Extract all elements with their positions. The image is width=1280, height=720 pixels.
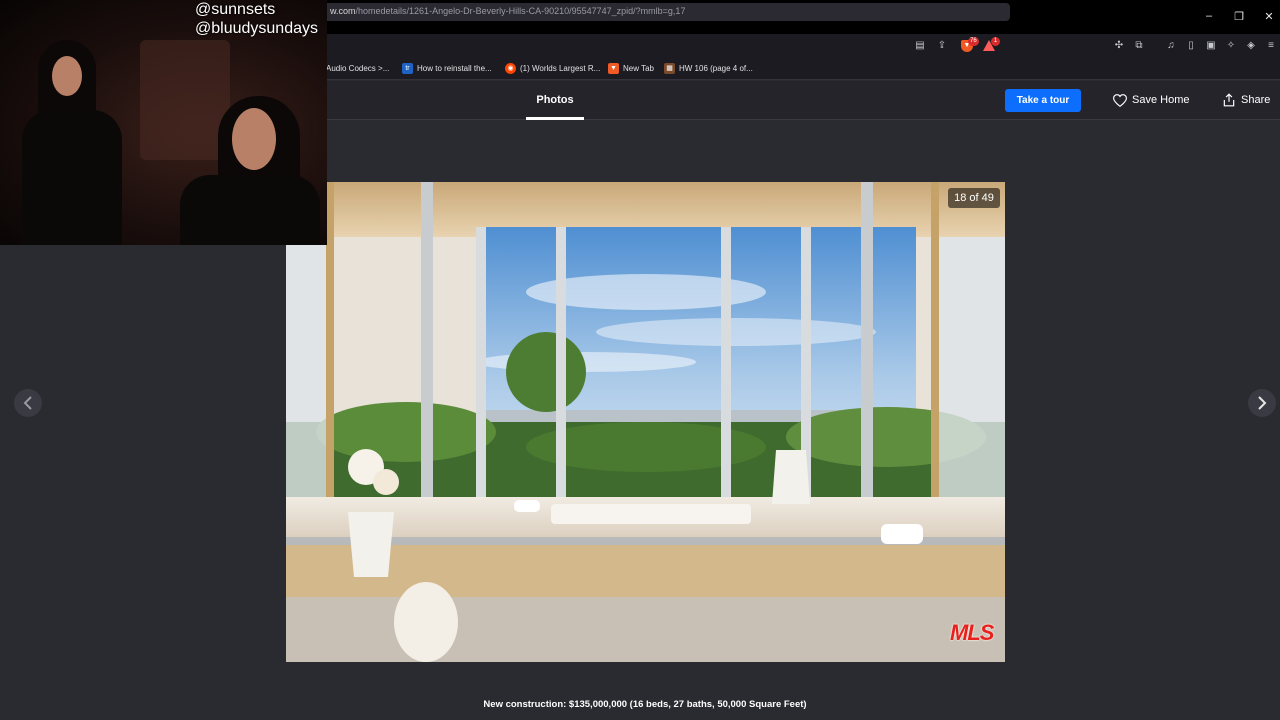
reddit-icon: ◉ <box>505 63 516 74</box>
next-photo-button[interactable] <box>1248 389 1276 417</box>
tab-photos[interactable]: Photos <box>526 81 584 120</box>
streamer-1-body <box>22 110 122 245</box>
heart-icon <box>1112 93 1128 107</box>
share-button[interactable]: Share <box>1222 92 1270 109</box>
tr-icon: tr <box>402 63 413 74</box>
streamer-2-body <box>180 175 320 245</box>
take-tour-button[interactable]: Take a tour <box>1005 89 1081 112</box>
vpn-icon[interactable]: ◈ <box>1245 40 1257 52</box>
reader-mode-icon[interactable]: ▤ <box>914 40 926 52</box>
maximize-button[interactable]: ❐ <box>1232 10 1246 23</box>
bathroom-photo-image <box>286 182 1005 662</box>
url-path: /homedetails/1261-Angelo-Dr-Beverly-Hill… <box>355 6 686 16</box>
save-home-button[interactable]: Save Home <box>1112 92 1190 109</box>
photo-counter: 18 of 49 <box>948 188 1000 208</box>
share-page-icon[interactable]: ⇪ <box>936 40 948 52</box>
rewards-badge: 1 <box>991 37 1000 46</box>
stream-handle-1: @sunnsets <box>195 1 276 18</box>
share-label: Share <box>1241 94 1271 106</box>
url-text[interactable]: w.com/homedetails/1261-Angelo-Dr-Beverly… <box>330 6 685 16</box>
photo-caption: New construction: $135,000,000 (16 beds,… <box>483 699 807 710</box>
bookmark-hw106[interactable]: HW 106 (page 4 of... <box>679 64 753 73</box>
save-home-label: Save Home <box>1132 94 1190 106</box>
share-icon <box>1223 93 1235 107</box>
close-window-button[interactable]: ✕ <box>1262 10 1276 23</box>
bookmark-audio-codecs[interactable]: Audio Codecs >... <box>326 64 389 73</box>
screenshot-icon[interactable]: ⧉ <box>1133 40 1145 52</box>
streamer-2-face <box>232 108 276 170</box>
wallet-icon[interactable]: ▣ <box>1205 40 1217 52</box>
tab-active-indicator <box>526 117 584 120</box>
extensions-icon[interactable]: ✣ <box>1113 40 1125 52</box>
bookmark-reinstall[interactable]: How to reinstall the... <box>417 64 492 73</box>
bookmark-new-tab[interactable]: New Tab <box>623 64 654 73</box>
media-icon[interactable]: ♫ <box>1165 40 1177 52</box>
bookmark-reddit[interactable]: (1) Worlds Largest R... <box>520 64 600 73</box>
sidebar-icon[interactable]: ▯ <box>1185 40 1197 52</box>
brave-icon: ▼ <box>608 63 619 74</box>
shields-count-badge: 76 <box>968 37 979 46</box>
chevron-left-icon <box>23 396 32 410</box>
menu-icon[interactable]: ≡ <box>1265 40 1277 52</box>
minimize-button[interactable]: – <box>1202 10 1216 22</box>
stream-handle-2: @bluudysundays <box>195 20 318 37</box>
chevron-right-icon <box>1258 396 1267 410</box>
webcam-background-light <box>140 40 230 160</box>
mls-logo: MLS <box>950 620 994 645</box>
url-host: w.com <box>330 6 356 16</box>
previous-photo-button[interactable] <box>14 389 42 417</box>
screen: + – ❐ ✕ w.com/homedetails/1261-Angelo-Dr… <box>0 0 1280 720</box>
listing-photo[interactable] <box>286 182 1005 662</box>
document-icon: ▦ <box>664 63 675 74</box>
streamer-1-face <box>52 56 82 96</box>
leo-ai-icon[interactable]: ✧ <box>1225 40 1237 52</box>
